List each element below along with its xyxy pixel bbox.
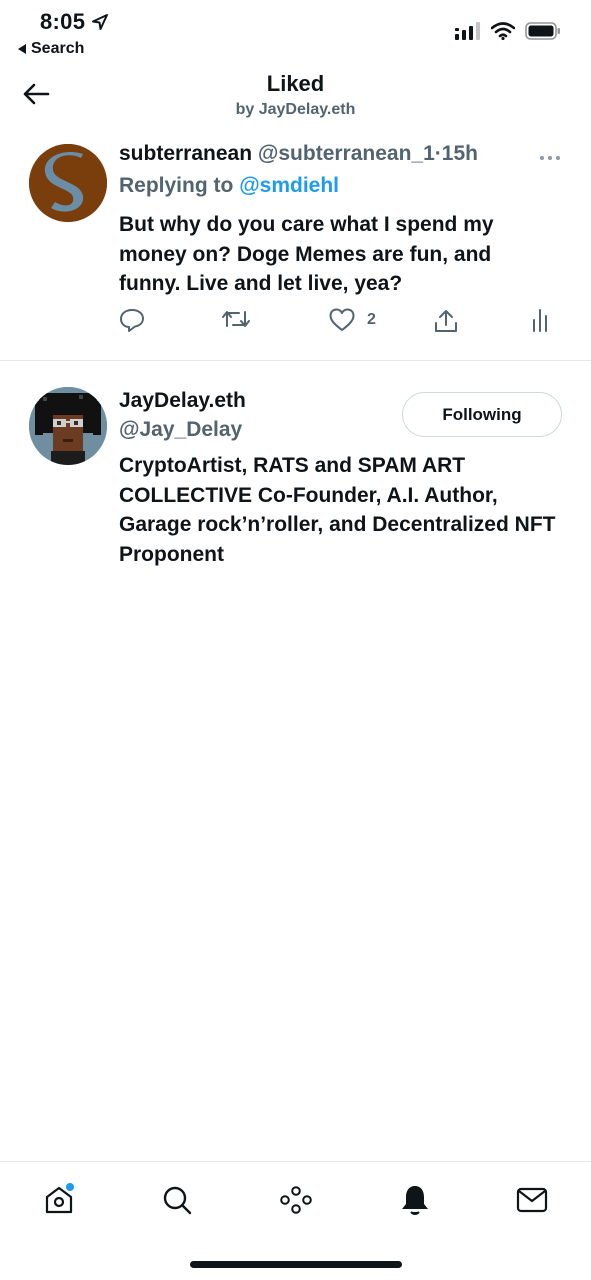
retweet-button[interactable] [221, 308, 251, 330]
share-icon [435, 310, 457, 332]
home-notification-dot [65, 1182, 75, 1192]
like-count: 2 [367, 311, 376, 328]
messages-icon [516, 1187, 548, 1213]
tweet-author-avatar[interactable] [29, 144, 107, 222]
pixel-avatar-icon [29, 387, 107, 465]
share-button[interactable] [433, 308, 459, 334]
home-indicator [190, 1261, 402, 1268]
tweet-time: 15h [441, 142, 478, 165]
status-time: 8:05 [40, 9, 109, 35]
back-triangle-icon [18, 44, 26, 54]
user-avatar[interactable] [29, 387, 107, 465]
nav-header: Liked by JayDelay.eth [0, 64, 591, 130]
user-card[interactable]: JayDelay.eth @Jay_Delay Following Crypto… [0, 361, 591, 581]
following-button[interactable]: Following [402, 392, 562, 437]
location-arrow-icon [92, 14, 109, 30]
back-to-app-link[interactable]: Search [18, 40, 84, 58]
search-icon [163, 1186, 192, 1215]
avatar-s-logo-icon [29, 144, 107, 222]
tab-home[interactable] [39, 1180, 79, 1220]
reply-target-link[interactable]: @smdiehl [239, 174, 339, 197]
tweet-header: subterranean @subterranean_1·15h [119, 142, 478, 166]
tweet-separator: · [434, 142, 442, 165]
wifi-icon [491, 22, 515, 40]
user-display-name[interactable]: JayDelay.eth [119, 389, 246, 413]
reply-prefix: Replying to [119, 174, 234, 197]
analytics-button[interactable] [531, 308, 549, 332]
more-options-button[interactable] [539, 148, 561, 166]
tweet-actions: 2 [119, 308, 559, 338]
retweet-icon [222, 311, 250, 327]
tweet[interactable]: subterranean @subterranean_1·15h Replyin… [0, 130, 591, 361]
notifications-icon [402, 1186, 428, 1215]
like-button[interactable]: 2 [329, 308, 376, 332]
page-subtitle: by JayDelay.eth [235, 101, 356, 118]
user-bio: CryptoArtist, RATS and SPAM ART COLLECTI… [119, 454, 556, 566]
reply-icon [120, 309, 144, 332]
bottom-tab-bar [0, 1161, 591, 1280]
more-dots-icon [540, 156, 560, 160]
tweet-author-name[interactable]: subterranean [119, 142, 252, 165]
status-icons [455, 22, 561, 40]
tweet-author-handle: @subterranean_1 [257, 142, 435, 165]
tab-search[interactable] [157, 1180, 197, 1220]
tab-spaces[interactable] [276, 1180, 316, 1220]
heart-icon [329, 308, 355, 331]
back-to-app-label: Search [31, 40, 85, 57]
cellular-signal-icon [455, 22, 480, 40]
user-handle: @Jay_Delay [119, 418, 243, 441]
spaces-icon [280, 1186, 312, 1214]
tab-notifications[interactable] [395, 1180, 435, 1220]
time-text: 8:05 [40, 9, 86, 34]
status-bar: 8:05 Search [0, 0, 591, 64]
reply-button[interactable] [119, 308, 145, 332]
tab-messages[interactable] [512, 1180, 552, 1220]
replying-to: Replying to @smdiehl [119, 174, 339, 198]
page-title: Liked [266, 71, 325, 96]
battery-icon [525, 22, 560, 40]
tweet-text: But why do you care what I spend my mone… [119, 213, 494, 295]
analytics-icon [533, 309, 547, 332]
